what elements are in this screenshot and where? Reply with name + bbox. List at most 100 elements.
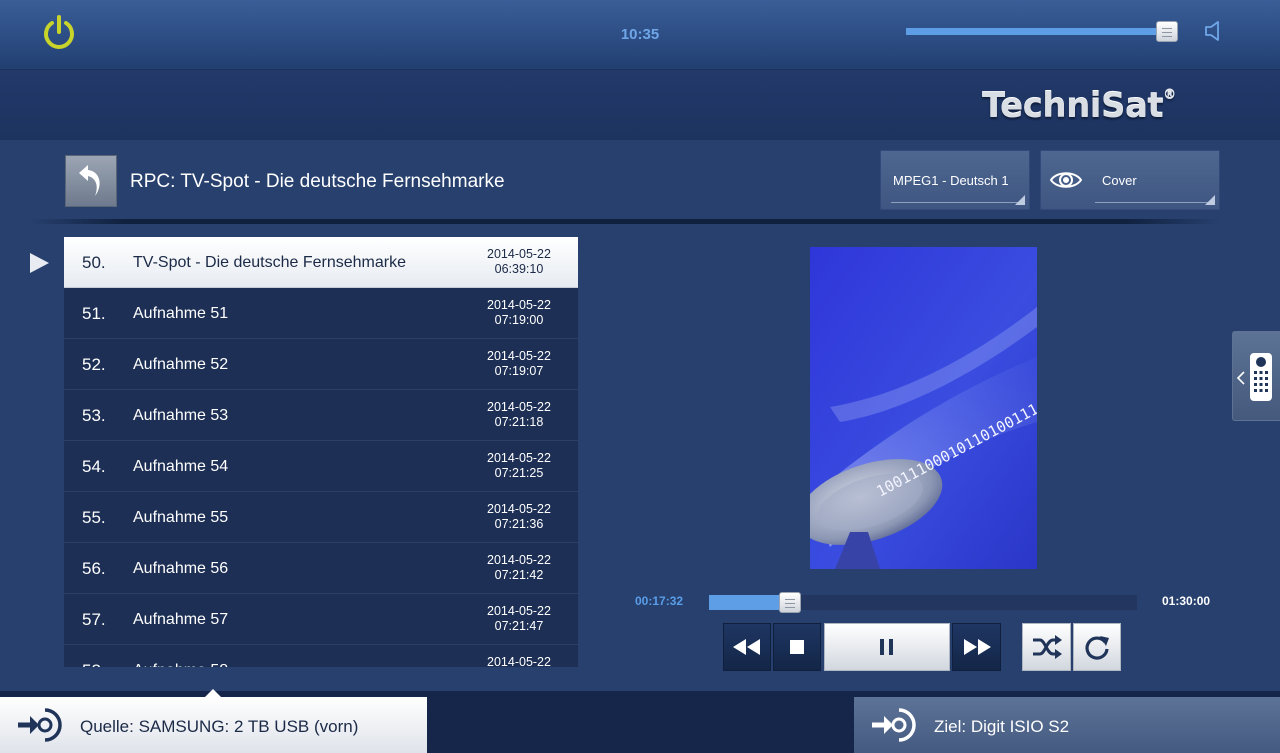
recording-datetime: 2014-05-22 07:19:00	[474, 298, 564, 328]
recording-datetime: 2014-05-22 07:21:25	[474, 451, 564, 481]
recording-number: 51.	[82, 304, 106, 323]
recording-datetime: 2014-05-22 06:39:10	[474, 247, 564, 277]
pause-icon	[880, 639, 893, 655]
recording-time: 07:21:18	[494, 415, 544, 429]
recording-number: 50.	[82, 253, 106, 272]
recording-datetime: 2014-05-22 07:21:36	[474, 502, 564, 532]
recording-date: 2014-05-22	[487, 655, 551, 667]
rewind-button[interactable]	[723, 623, 771, 671]
view-mode-label: Cover	[1102, 173, 1137, 188]
playback-progress-bar[interactable]	[709, 595, 1137, 610]
recording-time: 07:21:42	[494, 568, 544, 582]
recording-name: Aufnahme 54	[133, 458, 229, 475]
volume-slider[interactable]	[906, 28, 1176, 35]
dropdown-corner-icon	[1205, 195, 1215, 205]
recording-number: 58.	[82, 661, 106, 667]
clock: 10:35	[620, 26, 660, 43]
recording-name: Aufnahme 52	[133, 356, 229, 373]
recording-date: 2014-05-22	[487, 349, 551, 363]
recording-row[interactable]: 52. Aufnahme 52 2014-05-22 07:19:07	[64, 339, 578, 390]
recording-date: 2014-05-22	[487, 400, 551, 414]
remote-control-tab[interactable]	[1232, 331, 1280, 421]
recording-name: Aufnahme 51	[133, 305, 229, 322]
recording-time: 07:19:07	[494, 364, 544, 378]
recording-number: 56.	[82, 559, 106, 578]
view-mode-dropdown[interactable]: Cover	[1040, 150, 1220, 210]
back-arrow-icon	[79, 165, 100, 196]
recording-name: Aufnahme 58	[133, 662, 228, 667]
recording-date: 2014-05-22	[487, 247, 551, 261]
volume-level-fill	[906, 28, 1166, 35]
recording-name: Aufnahme 55	[133, 509, 229, 526]
recording-name: Aufnahme 53	[133, 407, 229, 424]
volume-slider-handle[interactable]	[1156, 21, 1178, 42]
recording-date: 2014-05-22	[487, 604, 551, 618]
recording-row[interactable]: 54. Aufnahme 54 2014-05-22 07:21:25	[64, 441, 578, 492]
recording-date: 2014-05-22	[487, 553, 551, 567]
source-button[interactable]: Quelle: SAMSUNG: 2 TB USB (vorn)	[0, 697, 427, 753]
shuffle-button[interactable]	[1022, 623, 1071, 671]
recording-number: 54.	[82, 457, 106, 476]
eye-icon	[1049, 172, 1083, 188]
recording-name: TV-Spot - Die deutsche Fernsehmarke	[133, 254, 407, 271]
recording-time: 07:21:36	[494, 517, 544, 531]
target-output-icon	[872, 708, 916, 742]
recording-row[interactable]: 58. Aufnahme 58 2014-05-22	[64, 645, 578, 667]
recording-number: 55.	[82, 508, 106, 527]
recording-date: 2014-05-22	[487, 451, 551, 465]
recording-date: 2014-05-22	[487, 502, 551, 516]
audio-track-label: MPEG1 - Deutsch 1	[893, 173, 1009, 188]
target-button[interactable]: Ziel: Digit ISIO S2	[854, 697, 1280, 753]
chevron-left-icon	[1236, 371, 1245, 385]
cover-image: 10011100010110100111	[810, 247, 1037, 569]
recording-datetime: 2014-05-22 07:21:18	[474, 400, 564, 430]
header-divider	[30, 219, 1220, 224]
recording-time: 07:21:47	[494, 619, 544, 633]
recording-datetime: 2014-05-22 07:21:47	[474, 604, 564, 634]
recording-row[interactable]: 56. Aufnahme 56 2014-05-22 07:21:42	[64, 543, 578, 594]
recording-time: 07:21:25	[494, 466, 544, 480]
dropdown-corner-icon	[1015, 195, 1025, 205]
shuffle-icon	[1032, 635, 1062, 659]
stop-button[interactable]	[773, 623, 821, 671]
recording-datetime: 2014-05-22 07:19:07	[474, 349, 564, 379]
recording-row[interactable]: 55. Aufnahme 55 2014-05-22 07:21:36	[64, 492, 578, 543]
recording-title: RPC: TV-Spot - Die deutsche Fernsehmarke	[130, 171, 505, 192]
recording-time: 06:39:10	[494, 262, 544, 276]
recording-time: 07:19:00	[494, 313, 544, 327]
rewind-icon	[733, 639, 760, 655]
repeat-icon	[1085, 636, 1109, 660]
recording-number: 53.	[82, 406, 106, 425]
playback-progress-handle[interactable]	[779, 592, 801, 613]
recording-number: 57.	[82, 610, 106, 629]
recording-row[interactable]: 51. Aufnahme 51 2014-05-22 07:19:00	[64, 288, 578, 339]
speaker-icon[interactable]	[1204, 20, 1228, 42]
source-input-icon	[18, 708, 62, 742]
remote-control-icon	[1250, 353, 1272, 401]
recording-date: 2014-05-22	[487, 298, 551, 312]
pause-button[interactable]	[824, 623, 950, 671]
fast-forward-icon	[963, 639, 991, 655]
recording-row[interactable]: 57. Aufnahme 57 2014-05-22 07:21:47	[64, 594, 578, 645]
recording-datetime: 2014-05-22 07:21:42	[474, 553, 564, 583]
recording-name: Aufnahme 57	[133, 611, 229, 628]
stop-icon	[790, 640, 804, 654]
recording-row[interactable]: 53. Aufnahme 53 2014-05-22 07:21:18	[64, 390, 578, 441]
recording-number: 52.	[82, 355, 106, 374]
source-label: Quelle: SAMSUNG: 2 TB USB (vorn)	[80, 717, 359, 736]
repeat-button[interactable]	[1073, 623, 1121, 671]
target-label: Ziel: Digit ISIO S2	[934, 717, 1070, 736]
power-button[interactable]	[40, 14, 78, 54]
total-time: 01:30:00	[1162, 594, 1211, 608]
recording-datetime: 2014-05-22	[474, 655, 564, 667]
current-time: 00:17:32	[635, 594, 684, 608]
audio-track-dropdown[interactable]: MPEG1 - Deutsch 1	[880, 150, 1030, 210]
fast-forward-button[interactable]	[952, 623, 1001, 671]
power-icon	[44, 15, 74, 49]
recording-name: Aufnahme 56	[133, 560, 229, 577]
technisat-logo: TechniSat®	[982, 86, 1176, 126]
recording-row[interactable]: 50. TV-Spot - Die deutsche Fernsehmarke 20…	[64, 237, 578, 288]
back-button[interactable]	[65, 155, 117, 207]
play-icon	[30, 253, 49, 273]
recordings-list[interactable]: 50. TV-Spot - Die deutsche Fernsehmarke 20…	[64, 237, 578, 667]
